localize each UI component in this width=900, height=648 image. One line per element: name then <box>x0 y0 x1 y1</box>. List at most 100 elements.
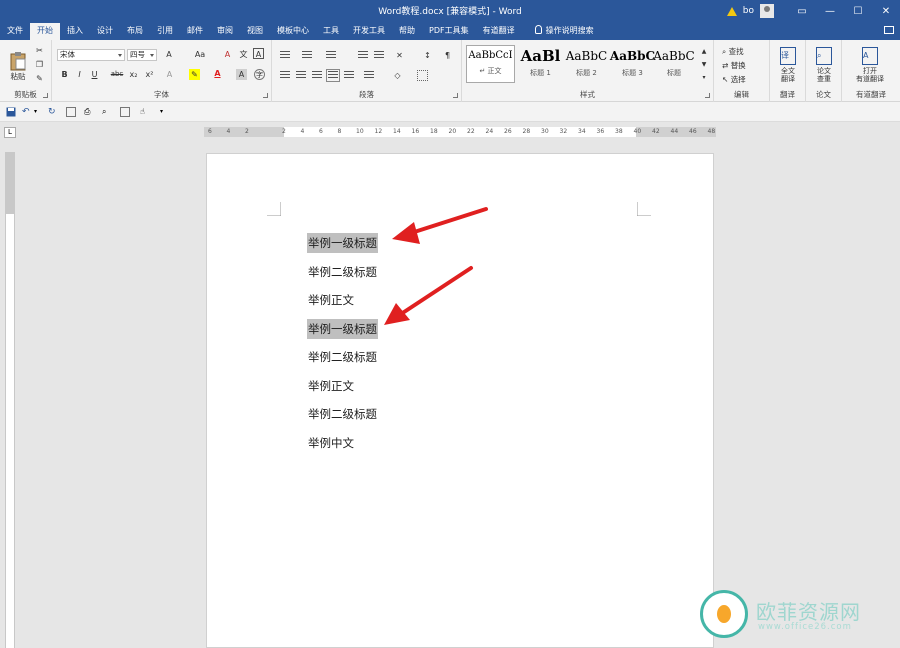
document-page[interactable]: 举例一级标题 举例二级标题 举例正文 举例一级标题 举例二级标题 举例正文 举例二级标题 举例… <box>206 153 714 648</box>
numbering-icon[interactable] <box>302 51 312 60</box>
multilevel-list-icon[interactable] <box>326 51 336 60</box>
user-name[interactable]: bo <box>743 6 754 16</box>
italic-button[interactable]: I <box>74 69 85 80</box>
copy-icon[interactable]: ❐ <box>34 59 45 70</box>
touch-mode-icon[interactable]: ☝ <box>140 107 150 117</box>
style-normal[interactable]: AaBbCcI ↵ 正文 <box>466 45 515 83</box>
line-spacing-icon[interactable] <box>364 71 374 80</box>
page-icon[interactable] <box>120 107 130 117</box>
subscript-button[interactable]: x₂ <box>128 69 139 80</box>
styles-launcher[interactable] <box>705 93 710 98</box>
document-paragraph[interactable]: 举例二级标题 <box>307 347 378 367</box>
find-button[interactable]: ⌕ 查找 <box>722 46 744 57</box>
horizontal-ruler[interactable]: 6 4 2 2 4 6 8 10 12 14 16 18 20 22 24 26 28 30 32 34 36 38 40 4… <box>204 127 716 137</box>
font-color-button[interactable]: A <box>212 68 223 79</box>
paste-button[interactable]: 粘贴 <box>6 44 30 88</box>
style-heading-1[interactable]: AaBl 标题 1 <box>516 45 565 83</box>
align-center-icon[interactable] <box>296 71 306 80</box>
clipboard-launcher[interactable] <box>43 93 48 98</box>
bullets-icon[interactable] <box>280 51 290 60</box>
tab-review[interactable]: 审阅 <box>210 22 240 40</box>
enclose-char-icon[interactable]: 字 <box>254 69 265 80</box>
format-painter-icon[interactable]: ✎ <box>34 73 45 84</box>
tab-developer[interactable]: 开发工具 <box>346 22 392 40</box>
close-icon[interactable]: ✕ <box>872 0 900 22</box>
tab-insert[interactable]: 插入 <box>60 22 90 40</box>
grow-font-button[interactable]: A <box>162 49 176 60</box>
show-marks-icon[interactable]: ¶ <box>442 50 453 61</box>
clear-format-icon[interactable]: A <box>222 49 233 60</box>
tab-file[interactable]: 文件 <box>0 22 30 40</box>
document-paragraph[interactable]: 举例一级标题 <box>307 233 378 253</box>
shading-icon[interactable]: ◇ <box>392 70 403 81</box>
underline-button[interactable]: U <box>89 69 100 80</box>
align-right-icon[interactable] <box>312 71 322 80</box>
tab-references[interactable]: 引用 <box>150 22 180 40</box>
char-shading-icon[interactable]: A <box>236 69 247 80</box>
document-paragraph[interactable]: 举例二级标题 <box>307 262 378 282</box>
tab-tools[interactable]: 工具 <box>316 22 346 40</box>
document-paragraph[interactable]: 举例正文 <box>307 290 355 310</box>
superscript-button[interactable]: x² <box>144 69 155 80</box>
tab-youdao[interactable]: 有道翻译 <box>476 22 522 40</box>
maximize-icon[interactable]: ☐ <box>844 0 872 22</box>
restore-ribbon-icon[interactable]: ▭ <box>788 0 816 22</box>
save-icon[interactable] <box>6 107 16 117</box>
font-name-combo[interactable]: 宋体 <box>57 49 125 61</box>
font-size-combo[interactable]: 四号 <box>127 49 157 61</box>
strikethrough-button[interactable]: abc <box>110 69 124 80</box>
tab-mailings[interactable]: 邮件 <box>180 22 210 40</box>
bold-button[interactable]: B <box>59 69 70 80</box>
style-heading-2[interactable]: AaBbC 标题 2 <box>562 45 611 83</box>
document-paragraph[interactable]: 举例一级标题 <box>307 318 378 339</box>
tell-me-search[interactable]: 操作说明搜索 <box>522 22 601 40</box>
vertical-ruler[interactable] <box>5 152 15 648</box>
text-effect-icon[interactable]: A <box>164 69 175 80</box>
replace-button[interactable]: ⇄ 替换 <box>722 60 746 71</box>
ruler-toggle[interactable]: L <box>4 127 16 138</box>
tab-help[interactable]: 帮助 <box>392 22 422 40</box>
customize-qat-icon[interactable]: ▾ <box>160 107 170 117</box>
justify-icon[interactable] <box>326 69 340 82</box>
paragraph-launcher[interactable] <box>453 93 458 98</box>
decrease-indent-icon[interactable] <box>358 51 368 60</box>
minimize-icon[interactable]: — <box>816 0 844 22</box>
change-case-button[interactable]: Aa <box>192 49 208 60</box>
style-heading-3[interactable]: AaBbC 标题 3 <box>608 45 657 83</box>
increase-indent-icon[interactable] <box>374 51 384 60</box>
cut-icon[interactable]: ✂ <box>34 45 45 56</box>
align-left-icon[interactable] <box>280 71 290 80</box>
styles-scroll-up-icon[interactable]: ▲ <box>700 46 708 57</box>
warning-icon[interactable] <box>726 6 737 16</box>
tab-design[interactable]: 设计 <box>90 22 120 40</box>
paper-check-button[interactable]: ⌕ 论文 查重 <box>809 44 839 86</box>
full-translate-button[interactable]: 译 全文 翻译 <box>773 44 803 86</box>
document-paragraph[interactable]: 举例中文 <box>307 433 355 453</box>
redo-icon[interactable]: ↻ <box>48 107 58 117</box>
avatar[interactable] <box>760 4 774 18</box>
sort-icon[interactable]: ↕ <box>422 50 433 61</box>
document-paragraph[interactable]: 举例二级标题 <box>307 404 378 424</box>
tab-home[interactable]: 开始 <box>30 23 60 40</box>
tab-template-center[interactable]: 模板中心 <box>270 22 316 40</box>
tab-view[interactable]: 视图 <box>240 22 270 40</box>
undo-dropdown-icon[interactable]: ▾ <box>34 107 44 117</box>
style-title[interactable]: AaBbC 标题 <box>652 45 696 83</box>
chinese-layout-icon[interactable]: ✕ <box>394 50 405 61</box>
layout-icon[interactable] <box>66 107 76 117</box>
char-border-icon[interactable]: A <box>253 48 264 59</box>
document-paragraph[interactable]: 举例正文 <box>307 376 355 396</box>
open-youdao-button[interactable]: A 打开 有道翻译 <box>846 44 894 86</box>
styles-scroll-down-icon[interactable]: ▼ <box>700 59 708 70</box>
select-button[interactable]: ↖ 选择 <box>722 74 746 85</box>
highlighter-icon[interactable]: ✎ <box>189 69 200 80</box>
borders-icon[interactable] <box>417 70 428 81</box>
font-launcher[interactable] <box>263 93 268 98</box>
tab-pdf-tools[interactable]: PDF工具集 <box>422 22 476 40</box>
tab-layout[interactable]: 布局 <box>120 22 150 40</box>
styles-more-icon[interactable]: ▾ <box>700 72 708 83</box>
zoom-icon[interactable]: ⌕ <box>102 107 112 117</box>
undo-icon[interactable]: ↶ <box>22 107 32 117</box>
phonetic-guide-icon[interactable]: 文 <box>238 49 249 60</box>
distributed-icon[interactable] <box>344 71 354 80</box>
